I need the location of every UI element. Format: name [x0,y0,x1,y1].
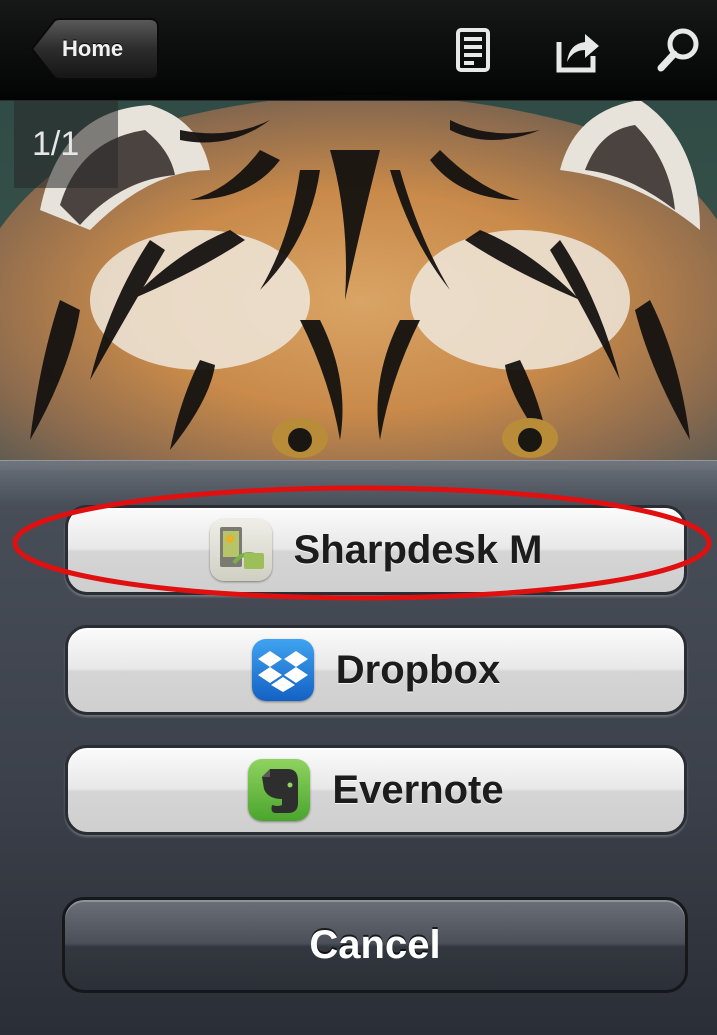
home-back-button[interactable]: Home [30,18,160,80]
search-icon[interactable] [655,26,703,74]
sharpdesk-m-label: Sharpdesk M [293,527,543,572]
page-counter: 1/1 [14,100,118,188]
evernote-button[interactable]: Evernote [65,745,687,835]
cancel-button[interactable]: Cancel [62,897,688,993]
dropbox-button[interactable]: Dropbox [65,625,687,715]
cancel-label: Cancel [309,922,441,967]
evernote-app-icon [248,759,311,821]
evernote-label: Evernote [332,767,504,812]
navigation-bar: Home [0,0,717,101]
dropbox-app-icon [251,639,314,701]
share-icon[interactable] [553,26,601,74]
sharpdesk-m-button[interactable]: Sharpdesk M [65,505,687,595]
sharpdesk-m-app-icon [209,519,272,581]
dropbox-label: Dropbox [335,647,501,692]
screen: 1/1 Home Sharpdesk M Dropbox Evernote Ca… [0,0,717,1035]
home-back-label: Home [62,36,124,61]
share-action-sheet: Sharpdesk M Dropbox Evernote Cancel [0,460,717,1035]
document-list-icon[interactable] [450,26,498,74]
